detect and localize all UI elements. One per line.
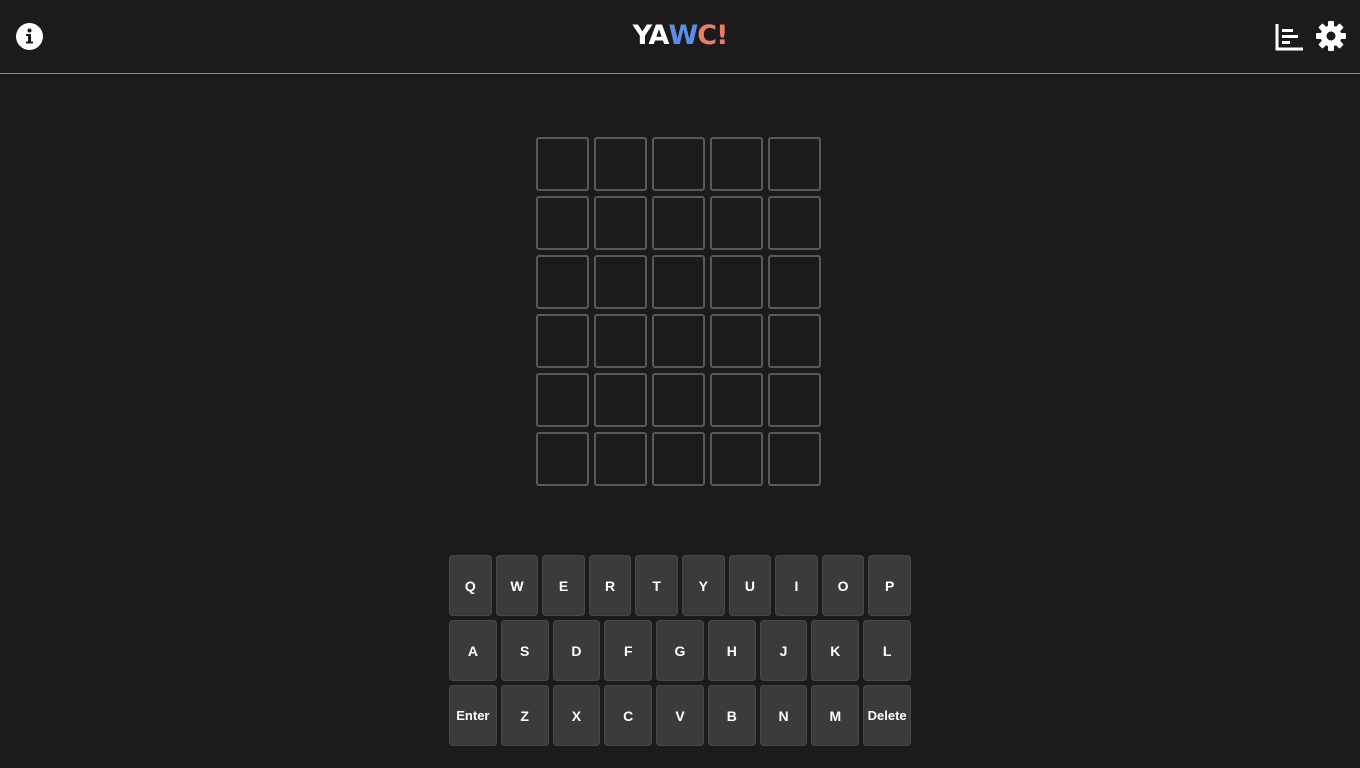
key-d[interactable]: D [552,620,601,681]
key-t[interactable]: T [635,555,678,616]
letter-tile [768,255,821,309]
key-s[interactable]: S [500,620,549,681]
title-part: YA [632,20,670,51]
key-i[interactable]: I [775,555,818,616]
key-g[interactable]: G [656,620,704,681]
letter-tile [710,255,763,309]
key-l[interactable]: L [863,620,912,681]
letter-tile [710,196,763,250]
key-delete[interactable]: Delete [863,685,912,746]
gear-icon [1316,21,1346,51]
key-v[interactable]: V [656,685,704,746]
letter-tile [536,137,589,191]
statistics-button[interactable] [1275,22,1305,52]
letter-tile [768,432,821,486]
title-part: W [668,20,698,51]
grid-row [536,314,826,368]
key-c[interactable]: C [604,685,653,746]
key-y[interactable]: Y [682,555,725,616]
key-r[interactable]: R [588,555,632,616]
letter-tile [652,314,705,368]
key-x[interactable]: X [552,685,601,746]
title-part: C! [697,20,728,51]
key-q[interactable]: Q [449,555,492,616]
letter-tile [594,373,647,427]
letter-tile [594,255,647,309]
letter-tile [768,314,821,368]
key-enter[interactable]: Enter [448,685,497,746]
letter-tile [536,196,589,250]
key-f[interactable]: F [604,620,653,681]
letter-tile [536,432,589,486]
letter-tile [594,196,647,250]
key-u[interactable]: U [728,555,772,616]
key-k[interactable]: K [811,620,860,681]
key-o[interactable]: O [821,555,865,616]
letter-tile [594,314,647,368]
letter-tile [536,314,589,368]
letter-tile [536,373,589,427]
letter-tile [594,432,647,486]
guess-grid [536,137,826,491]
letter-tile [652,196,705,250]
letter-tile [710,373,763,427]
letter-tile [768,196,821,250]
settings-button[interactable] [1315,20,1347,52]
letter-tile [536,255,589,309]
key-e[interactable]: E [542,555,585,616]
key-h[interactable]: H [707,620,756,681]
key-j[interactable]: J [759,620,808,681]
grid-row [536,137,826,191]
grid-row [536,255,826,309]
grid-row [536,196,826,250]
on-screen-keyboard: Q W E R T Y U I O P A S D F G H J K L Enter Z X C V B N M Delete [447,555,913,750]
key-a[interactable]: A [448,620,497,681]
key-n[interactable]: N [759,685,808,746]
app-title: YAWC! [0,19,1360,53]
letter-tile [768,373,821,427]
key-z[interactable]: Z [500,685,549,746]
letter-tile [652,432,705,486]
grid-row [536,432,826,486]
keyboard-row: Enter Z X C V B N M Delete [447,685,913,746]
letter-tile [652,255,705,309]
letter-tile [768,137,821,191]
letter-tile [710,314,763,368]
letter-tile [710,432,763,486]
letter-tile [594,137,647,191]
letter-tile [710,137,763,191]
letter-tile [652,373,705,427]
key-b[interactable]: B [707,685,756,746]
key-p[interactable]: P [868,555,911,616]
app-header: YAWC! [0,0,1360,74]
grid-row [536,373,826,427]
letter-tile [652,137,705,191]
key-w[interactable]: W [495,555,539,616]
keyboard-row: ASDFGHJKL [447,620,913,681]
bar-chart-icon [1275,24,1303,51]
keyboard-row: QWERTYUIOP [447,555,913,616]
key-m[interactable]: M [811,685,860,746]
